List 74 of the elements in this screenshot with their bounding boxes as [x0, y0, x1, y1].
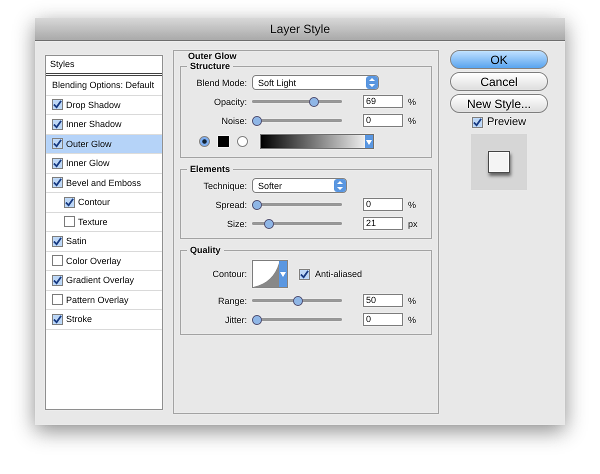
field-label: Range: [216, 296, 247, 306]
field-label: Spread: [214, 200, 247, 210]
style-item[interactable]: Texture [46, 212, 162, 232]
style-item[interactable]: Gradient Overlay [46, 271, 162, 290]
style-item[interactable]: Blending Options: Default [46, 76, 162, 96]
slider-thumb[interactable] [252, 200, 262, 210]
slider-thumb[interactable] [252, 116, 262, 126]
checkbox[interactable] [52, 294, 63, 306]
checkbox[interactable] [52, 177, 63, 188]
slider-thumb[interactable] [264, 219, 274, 229]
style-item[interactable]: Outer Glow [46, 134, 162, 154]
unit-label: % [408, 116, 418, 126]
unit-label: % [408, 96, 418, 106]
styles-header: Styles [46, 56, 162, 76]
value-field[interactable]: 0 [363, 198, 403, 211]
checkbox-label: Anti-aliased [315, 269, 362, 279]
technique-dropdown[interactable]: Softer [252, 178, 347, 193]
group-title: Quality [189, 245, 222, 255]
dialog-button[interactable]: New Style... [450, 94, 548, 113]
style-preview [471, 134, 527, 190]
radio-button[interactable] [237, 136, 248, 146]
field-label: Size: [226, 218, 247, 228]
value-field[interactable]: 69 [363, 95, 403, 108]
style-item[interactable]: Color Overlay [46, 252, 162, 271]
unit-label: % [408, 296, 418, 306]
style-item[interactable]: Satin [46, 232, 162, 252]
field-label: Jitter: [224, 314, 247, 324]
unit-label: px [408, 218, 419, 228]
checkbox[interactable] [52, 99, 63, 110]
checkbox[interactable] [64, 216, 75, 228]
checkbox[interactable] [52, 118, 63, 130]
field-label: Blend Mode: [195, 78, 247, 88]
style-item[interactable]: Drop Shadow [46, 96, 162, 115]
checkbox[interactable] [52, 274, 63, 286]
slider-thumb[interactable] [293, 296, 303, 306]
checkbox[interactable] [299, 268, 310, 280]
contour-picker[interactable] [252, 260, 288, 288]
field-label: Opacity: [212, 96, 247, 106]
dialog-button[interactable]: OK [450, 50, 548, 69]
gradient-picker[interactable] [260, 134, 374, 148]
checkbox[interactable] [52, 138, 63, 150]
checkbox[interactable] [52, 158, 63, 169]
value-field[interactable]: 0 [363, 114, 403, 127]
field-label: Noise: [220, 116, 247, 126]
panel-title: Outer Glow [188, 51, 238, 61]
checkbox[interactable] [52, 314, 63, 325]
unit-label: % [408, 314, 418, 324]
unit-label: % [408, 200, 418, 210]
blend-mode-dropdown[interactable]: Soft Light [252, 75, 379, 90]
dialog-button[interactable]: Cancel [450, 72, 548, 91]
radio-button[interactable] [199, 136, 210, 146]
stepper-icon [334, 179, 346, 192]
field-label: Contour: [211, 269, 247, 279]
style-item[interactable]: Bevel and Emboss [46, 174, 162, 193]
color-swatch[interactable] [218, 136, 229, 146]
stepper-icon [366, 76, 378, 89]
checkbox[interactable] [52, 236, 63, 247]
group-title: Elements [189, 164, 232, 174]
value-field[interactable]: 0 [363, 313, 403, 326]
style-item[interactable]: Pattern Overlay [46, 290, 162, 310]
window-title: Layer Style [270, 22, 330, 36]
style-item[interactable]: Inner Glow [46, 154, 162, 174]
value-field[interactable]: 50 [363, 294, 403, 307]
group-title: Structure [189, 61, 232, 71]
checkbox[interactable] [472, 116, 483, 128]
checkbox[interactable] [52, 255, 63, 266]
value-field[interactable]: 21 [363, 217, 403, 230]
slider-thumb[interactable] [252, 315, 262, 325]
field-label: Technique: [202, 180, 247, 190]
slider-thumb[interactable] [308, 97, 319, 107]
style-item[interactable]: Stroke [46, 310, 162, 330]
checkbox-label: Preview [486, 116, 526, 128]
checkbox[interactable] [64, 196, 75, 208]
style-item[interactable]: Contour [46, 193, 162, 212]
